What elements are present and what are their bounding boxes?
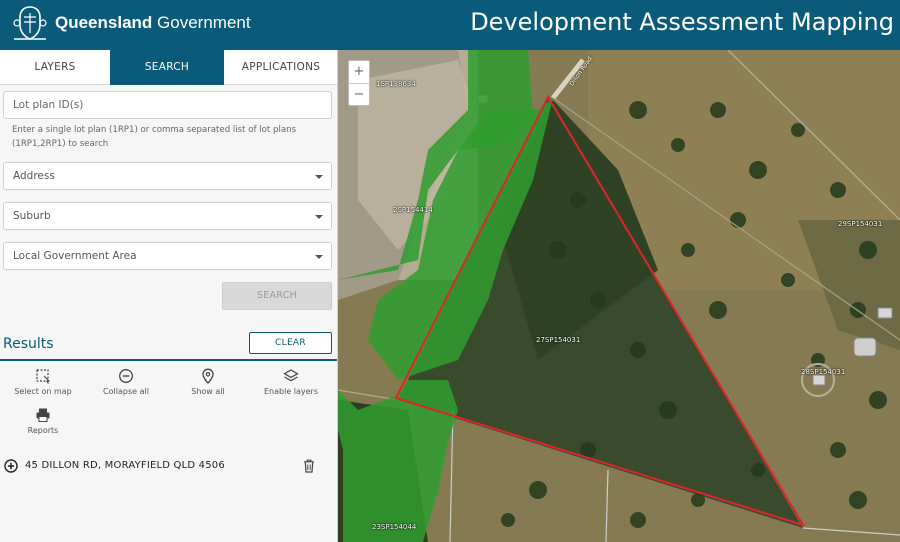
zoom-control: + − bbox=[348, 60, 370, 106]
enable-layers-label: Enable layers bbox=[263, 387, 319, 396]
lot-plan-input[interactable] bbox=[4, 92, 331, 118]
chevron-down-icon bbox=[315, 255, 323, 259]
zoom-out-button[interactable]: − bbox=[349, 83, 369, 105]
select-on-map-label: Select on map bbox=[14, 387, 72, 396]
chevron-down-icon bbox=[315, 175, 323, 179]
results-heading: Results bbox=[3, 336, 54, 352]
brand-name[interactable]: Queensland Government bbox=[55, 13, 251, 33]
tab-layers[interactable]: LAYERS bbox=[0, 50, 110, 85]
tab-bar: LAYERS SEARCH APPLICATIONS bbox=[0, 50, 337, 85]
aerial-imagery bbox=[338, 50, 900, 542]
expand-plus-icon[interactable] bbox=[4, 459, 18, 473]
reports-label: Reports bbox=[27, 426, 59, 435]
lot-plan-help-text: Enter a single lot plan (1RP1) or comma … bbox=[12, 125, 297, 149]
app-header: Queensland Government Development Assess… bbox=[0, 0, 900, 50]
collapse-all-label: Collapse all bbox=[103, 387, 149, 396]
lga-select[interactable]: Local Government Area bbox=[3, 242, 332, 270]
chevron-down-icon bbox=[315, 215, 323, 219]
address-select[interactable]: Address bbox=[3, 162, 332, 190]
lot-label: 1SP138634 bbox=[376, 80, 416, 88]
lga-label: Local Government Area bbox=[13, 250, 137, 262]
show-all-tool[interactable]: Show all bbox=[166, 368, 250, 396]
lot-label: 27SP154031 bbox=[536, 336, 581, 344]
results-divider bbox=[0, 359, 337, 361]
suburb-label: Suburb bbox=[13, 210, 51, 222]
map-pin-icon bbox=[202, 368, 214, 384]
trash-icon[interactable] bbox=[303, 459, 315, 473]
collapse-all-tool[interactable]: Collapse all bbox=[84, 368, 168, 396]
sidebar-panel: LAYERS SEARCH APPLICATIONS Enter a singl… bbox=[0, 50, 338, 542]
address-label: Address bbox=[13, 170, 55, 182]
printer-icon bbox=[36, 408, 50, 422]
suburb-select[interactable]: Suburb bbox=[3, 202, 332, 230]
lot-label: 23SP154044 bbox=[372, 523, 417, 531]
show-all-label: Show all bbox=[191, 387, 225, 396]
reports-tool[interactable]: Reports bbox=[1, 407, 85, 435]
select-on-map-tool[interactable]: Select on map bbox=[1, 368, 85, 396]
search-button[interactable]: SEARCH bbox=[222, 282, 332, 310]
list-item[interactable]: 45 DILLON RD, MORAYFIELD QLD 4506 bbox=[3, 459, 333, 475]
enable-layers-tool[interactable]: Enable layers bbox=[249, 368, 333, 396]
lot-label: 29SP154031 bbox=[838, 220, 883, 228]
map-view[interactable]: + − Dillon Road 1SP138634 2SP154414 29SP… bbox=[338, 50, 900, 542]
app-title: Development Assessment Mapping bbox=[470, 8, 894, 36]
result-address[interactable]: 45 DILLON RD, MORAYFIELD QLD 4506 bbox=[25, 460, 225, 471]
zoom-in-button[interactable]: + bbox=[349, 61, 369, 83]
layers-icon bbox=[283, 369, 299, 382]
collapse-icon bbox=[119, 369, 133, 383]
tab-search[interactable]: SEARCH bbox=[110, 50, 224, 85]
queensland-crest-icon bbox=[13, 6, 47, 40]
lot-plan-field[interactable] bbox=[3, 91, 332, 119]
select-area-icon bbox=[36, 369, 51, 384]
lot-label: 2SP154414 bbox=[393, 206, 433, 214]
clear-button[interactable]: CLEAR bbox=[249, 332, 332, 354]
lot-label: 28SP154031 bbox=[801, 368, 846, 376]
tab-applications[interactable]: APPLICATIONS bbox=[224, 50, 337, 85]
